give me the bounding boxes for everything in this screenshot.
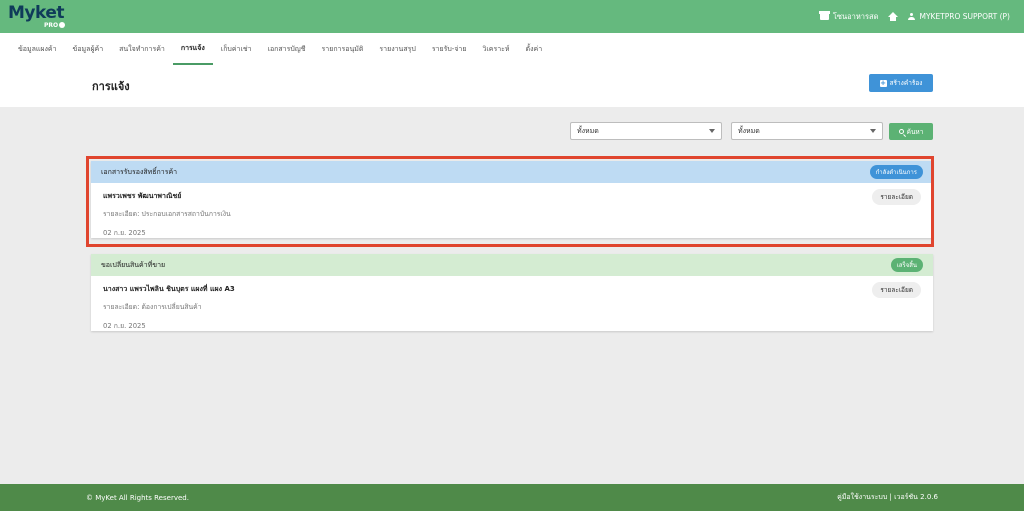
nav-item[interactable]: เอกสารบัญชี (260, 33, 314, 65)
footer-version[interactable]: คู่มือใช้งานระบบ | เวอร์ชัน 2.0.6 (837, 492, 938, 503)
search-icon (898, 129, 904, 134)
request-card-body: นางสาว แพรวไพลิน ชินบุตร แผงที่ แผง A3 ร… (91, 276, 933, 331)
requester-name: แพรวเพชร พัฒนาพาณิชย์ (103, 192, 182, 200)
requester-name: นางสาว แพรวไพลิน ชินบุตร แผงที่ แผง A3 (103, 285, 235, 293)
request-date: 02 ก.ย. 2025 (103, 229, 146, 237)
nav-item[interactable]: รายการอนุมัติ (314, 33, 372, 65)
request-detail: รายละเอียด: ประกอบเอกสารสถาบันการเงิน (103, 210, 231, 218)
brand-logo[interactable]: Myket (8, 3, 65, 23)
nav-item[interactable]: วิเคราะห์ (474, 33, 517, 65)
create-request-label: สร้างคำร้อง (889, 79, 923, 87)
shop-zone-link[interactable]: โซนอาหารสด (818, 11, 879, 23)
type-filter-value: ทั้งหมด (577, 126, 599, 135)
page-header: การแจ้ง + สร้างคำร้อง (0, 65, 1024, 107)
nav-item[interactable]: เก็บค่าเช่า (213, 33, 260, 65)
nav-item[interactable]: ตั้งค่า (518, 33, 551, 65)
main-nav: ข้อมูลแผงค้า ข้อมูลผู้ค้า สนใจทำการค้า การแ… (0, 33, 1024, 65)
brand-sub: PRO (44, 22, 66, 29)
request-detail: รายละเอียด: ต้องการเปลี่ยนสินค้า (103, 303, 202, 311)
request-card: ขอเปลี่ยนสินค้าที่ขาย เสร็จสิ้น นางสาว แ… (91, 254, 933, 331)
detail-button[interactable]: รายละเอียด (872, 189, 921, 205)
nav-item[interactable]: รายรับ-จ่าย (424, 33, 475, 65)
status-badge: เสร็จสิ้น (890, 258, 923, 272)
search-label: ค้นหา (906, 127, 924, 136)
detail-button[interactable]: รายละเอียด (872, 282, 921, 298)
search-button[interactable]: ค้นหา (889, 123, 933, 140)
nav-item[interactable]: รายงานสรุป (371, 33, 423, 65)
request-title: เอกสารรับรองสิทธิ์การค้า (101, 167, 178, 176)
nav-item[interactable]: การแจ้ง (172, 33, 213, 65)
page-title: การแจ้ง (92, 80, 130, 93)
top-actions: โซนอาหารสด MYKETPRO SUPPORT (P) (818, 0, 1010, 33)
filter-bar: ทั้งหมด ทั้งหมด (570, 122, 883, 140)
request-card-body: แพรวเพชร พัฒนาพาณิชย์ รายละเอียด: ประกอบ… (91, 183, 933, 238)
user-name: MYKETPRO SUPPORT (P) (919, 12, 1010, 21)
status-filter-select[interactable]: ทั้งหมด (731, 122, 883, 140)
home-icon (888, 12, 899, 21)
plus-icon: + (879, 78, 887, 87)
request-title: ขอเปลี่ยนสินค้าที่ขาย (101, 260, 166, 269)
nav-item[interactable]: ข้อมูลแผงค้า (10, 33, 65, 65)
user-menu[interactable]: MYKETPRO SUPPORT (P) (908, 12, 1010, 21)
create-request-button[interactable]: + สร้างคำร้อง (869, 74, 933, 92)
shop-zone-label: โซนอาหารสด (832, 11, 879, 21)
status-badge: กำลังดำเนินการ (869, 165, 923, 179)
chevron-down-icon (709, 129, 715, 133)
request-date: 02 ก.ย. 2025 (103, 322, 146, 330)
shop-icon (818, 11, 830, 20)
request-card-header: เอกสารรับรองสิทธิ์การค้า กำลังดำเนินการ (91, 161, 933, 183)
user-icon (908, 12, 916, 21)
chevron-down-icon (870, 129, 876, 133)
request-card-header: ขอเปลี่ยนสินค้าที่ขาย เสร็จสิ้น (91, 254, 933, 276)
home-link[interactable] (888, 12, 899, 21)
type-filter-select[interactable]: ทั้งหมด (570, 122, 722, 140)
nav-item[interactable]: สนใจทำการค้า (111, 33, 173, 65)
footer: © MyKet All Rights Reserved. คู่มือใช้งา… (0, 484, 1024, 511)
status-filter-value: ทั้งหมด (738, 126, 760, 135)
footer-copyright: © MyKet All Rights Reserved. (86, 493, 189, 502)
top-bar: Myket PRO โซนอาหารสด MYKETPRO SUPPORT (P… (0, 0, 1024, 33)
request-card: เอกสารรับรองสิทธิ์การค้า กำลังดำเนินการ … (91, 161, 933, 238)
nav-item[interactable]: ข้อมูลผู้ค้า (65, 33, 112, 65)
